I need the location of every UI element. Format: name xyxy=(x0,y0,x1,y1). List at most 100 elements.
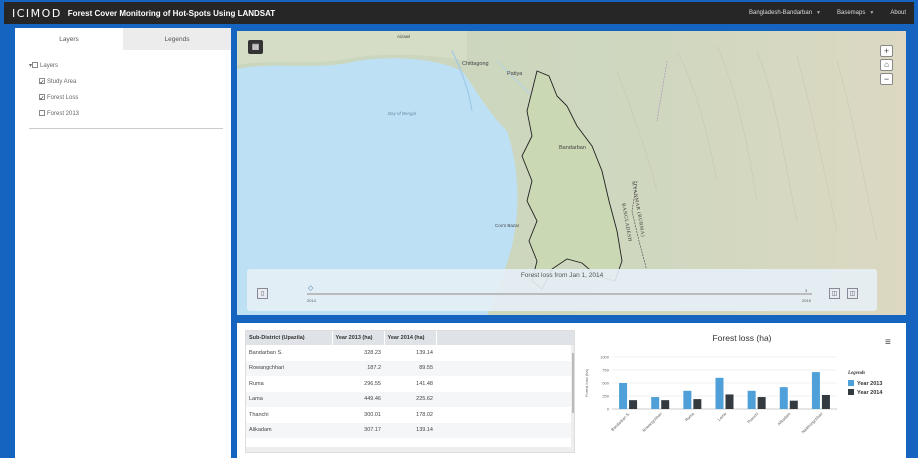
map-label-chittagong: Chittagong xyxy=(462,61,489,67)
bottom-panel: Sub-District (Upazila) Year 2013 (ha) Ye… xyxy=(237,323,906,458)
layer-forest-loss[interactable]: Forest Loss xyxy=(29,90,231,107)
layer-label: Forest Loss xyxy=(47,95,79,101)
forest-loss-checkbox[interactable] xyxy=(39,91,45,107)
slider-thumb-icon[interactable]: ◇ xyxy=(308,284,313,292)
chart-bar-2014 xyxy=(661,400,670,409)
step-forward-icon: ◫ xyxy=(849,291,856,297)
map-view[interactable]: Chittagong Patiya Bandarban Bay of Benga… xyxy=(237,31,906,315)
cell-2013: 449.46 xyxy=(332,391,384,407)
chart-x-tick: Lama xyxy=(717,411,728,422)
slider-next-button[interactable]: ◫ xyxy=(847,288,858,299)
icimod-logo[interactable]: ICIMOD xyxy=(12,7,62,20)
table-row[interactable]: Ruma 296.55 141.48 xyxy=(246,376,574,392)
layer-tree-root[interactable]: ▾ Layers xyxy=(29,58,231,74)
cell-2013: 328.23 xyxy=(364,349,381,356)
cell-name: Alikadam xyxy=(246,422,332,438)
zoom-out-button[interactable]: − xyxy=(880,73,893,85)
chart-bar-2014 xyxy=(629,400,638,409)
hamburger-icon: ≡ xyxy=(885,337,891,348)
sidebar: Layers Legends ▾Layers Study Area Forest… xyxy=(15,28,231,458)
chart-bar-2014 xyxy=(757,397,766,409)
chart-menu-button[interactable]: ≡ xyxy=(885,337,891,348)
zoom-in-button[interactable]: + xyxy=(880,45,893,57)
cell-2014: 89.55 xyxy=(384,360,436,376)
chart-x-tick: Ruma xyxy=(684,411,696,423)
chart-y-tick: 0 xyxy=(607,407,610,412)
map-label-patiya: Patiya xyxy=(507,71,523,77)
chevron-down-icon: ▼ xyxy=(869,10,875,16)
layer-label: Forest 2013 xyxy=(47,111,80,117)
top-nav: Bangladesh-Bandarban ▼ Basemaps ▼ About xyxy=(749,10,906,16)
col-empty xyxy=(436,331,574,345)
layer-switcher-button[interactable]: ▦ xyxy=(248,40,263,54)
cell-name: Ruma xyxy=(249,380,264,387)
chart-legend-swatch xyxy=(848,380,854,386)
chart-legend-label: Year 2013 xyxy=(857,381,882,387)
cell-2013: 300.01 xyxy=(364,411,381,418)
divider xyxy=(29,128,223,129)
chart-bar-2014 xyxy=(725,394,734,409)
plus-icon: + xyxy=(883,45,890,56)
chart-x-tick: Alikadam xyxy=(776,411,792,427)
chart-bar-2013 xyxy=(811,372,820,409)
forest-2013-checkbox[interactable] xyxy=(39,110,45,116)
table-horizontal-scrollbar[interactable] xyxy=(246,447,571,452)
cell-name: Lama xyxy=(246,391,332,407)
cell-2013: 187.2 xyxy=(332,360,384,376)
top-navbar: ICIMOD Forest Cover Monitoring of Hot-Sp… xyxy=(4,2,914,24)
table-row[interactable]: Alikadam 307.17 139.14 xyxy=(246,422,574,438)
nav-area-label: Bangladesh-Bandarban xyxy=(748,10,813,16)
tab-legends[interactable]: Legends xyxy=(123,28,231,50)
step-back-icon: ◫ xyxy=(831,291,838,297)
layer-forest-2013[interactable]: Forest 2013 xyxy=(29,106,231,122)
chart-x-tick: Thanchi xyxy=(746,411,760,425)
slider-track[interactable] xyxy=(307,293,812,295)
col-year-2014[interactable]: Year 2014 (ha) xyxy=(384,331,437,345)
chart-y-tick: 250 xyxy=(602,394,609,399)
cell-name: Thanchi xyxy=(249,411,269,418)
chart-bar-2014 xyxy=(821,394,830,409)
layer-root-label: Layers xyxy=(40,63,59,69)
cell-2014: 141.48 xyxy=(416,380,433,387)
data-table: Sub-District (Upazila) Year 2013 (ha) Ye… xyxy=(245,330,575,453)
chart-bar-2014 xyxy=(789,400,798,409)
nav-basemaps-dropdown[interactable]: Basemaps ▼ xyxy=(837,10,874,16)
slider-end-num: 3 xyxy=(805,288,808,293)
table-row[interactable]: Lama 449.46 225.62 xyxy=(246,391,574,407)
nav-about-label: About xyxy=(890,10,906,16)
col-subdistrict[interactable]: Sub-District (Upazila) xyxy=(246,331,333,345)
chart-bar-2013 xyxy=(715,377,724,409)
time-slider-title: Forest loss from Jan 1, 2014 xyxy=(520,272,604,279)
table-row[interactable]: Bandarban S. 328.23 139.14 xyxy=(246,345,574,361)
chart-y-label: Forest loss (ha) xyxy=(584,368,589,396)
root-checkbox[interactable] xyxy=(32,62,39,68)
time-slider: Forest loss from Jan 1, 2014 ▯ ◇ 2014 3 … xyxy=(247,269,877,311)
cell-2014: 139.14 xyxy=(416,349,433,356)
table-row[interactable]: Rowangchhari 187.2 89.55 xyxy=(246,360,574,376)
chart-legend-label: Year 2014 xyxy=(857,390,883,396)
map-label-bandarban: Bandarban xyxy=(559,145,586,151)
nav-basemaps-label: Basemaps xyxy=(837,10,866,16)
tab-layers[interactable]: Layers xyxy=(15,28,123,50)
chart-legend-title: Legends xyxy=(847,371,865,376)
col-year-2013[interactable]: Year 2013 (ha) xyxy=(332,331,385,345)
sidebar-tabs: Layers Legends xyxy=(15,28,231,50)
slider-prev-button[interactable]: ◫ xyxy=(829,288,840,299)
map-label-cox: Cox's Bazar xyxy=(495,223,520,228)
cell-name: Rowangchhari xyxy=(246,360,332,376)
chevron-down-icon: ▼ xyxy=(816,10,821,16)
chart-y-tick: 500 xyxy=(602,381,609,386)
home-extent-button[interactable]: ⌂ xyxy=(880,59,893,71)
study-area-checkbox[interactable] xyxy=(39,75,45,91)
chart-bar-2013 xyxy=(747,390,756,409)
cell-name: Bandarban S. xyxy=(249,349,283,356)
chart-legend-swatch xyxy=(848,389,854,395)
slider-play-button[interactable]: ▯ xyxy=(257,288,268,299)
table-row[interactable]: Thanchi 300.01 178.02 xyxy=(246,407,574,423)
cell-2014: 225.62 xyxy=(384,391,436,407)
nav-about-link[interactable]: About xyxy=(890,10,906,16)
layer-label: Study Area xyxy=(47,79,77,85)
layer-study-area[interactable]: Study Area xyxy=(29,74,231,91)
chart-title: Forest loss (ha) xyxy=(712,333,771,343)
nav-area-dropdown[interactable]: Bangladesh-Bandarban ▼ xyxy=(749,10,821,16)
